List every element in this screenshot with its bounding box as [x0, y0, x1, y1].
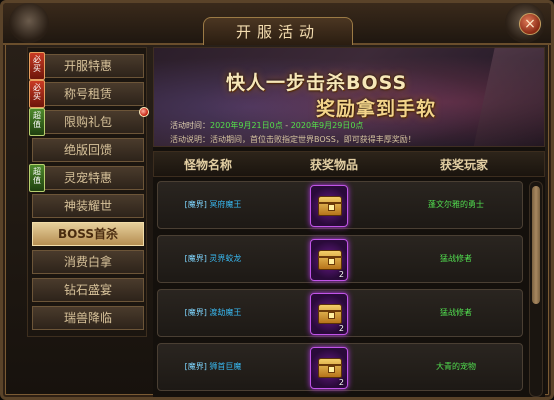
monster-name: [魔界] 渡劫魔王 — [158, 290, 268, 336]
treasure-chest-icon — [318, 304, 342, 324]
title-bar: 开服活动 × — [3, 3, 551, 45]
winner-player-name: 猛战修者 — [440, 308, 472, 317]
monster-tag: [魔界] — [184, 308, 207, 317]
monster-tag: [魔界] — [184, 254, 207, 263]
monster-label: 狮首巨魔 — [209, 362, 242, 371]
dragon-ornament-icon — [9, 3, 49, 43]
sidebar-item[interactable]: 称号租赁 必买 — [29, 80, 144, 108]
sidebar-item[interactable]: 绝版回馈 — [32, 138, 144, 162]
sidebar-badge: 必买 — [29, 80, 45, 108]
sidebar-item-label: BOSS首杀 — [57, 227, 119, 241]
sidebar-item[interactable]: 瑞兽降临 — [32, 306, 144, 330]
header-monster: 怪物名称 — [183, 158, 232, 172]
winner-player-name: 大青的宠物 — [436, 362, 476, 371]
header-player: 获奖玩家 — [439, 158, 488, 172]
sidebar: 开服特惠 必买 称号租赁 必买 限购礼包 超值 绝版回馈 灵宠特惠 超值 神装耀世 BOSS首杀 消费… — [27, 47, 149, 337]
monster-name: [魔界] 狮首巨魔 — [158, 344, 268, 390]
sidebar-item[interactable]: 消费白拿 — [32, 250, 144, 274]
sidebar-item-label: 瑞兽降临 — [63, 311, 112, 325]
treasure-chest-icon — [318, 358, 342, 378]
sidebar-item[interactable]: 限购礼包 超值 — [29, 107, 149, 136]
treasure-chest-icon — [318, 196, 342, 216]
sidebar-item[interactable]: 神装耀世 — [32, 194, 144, 218]
reward-item-slot[interactable] — [310, 185, 348, 227]
event-time: 活动时间：2020年9月21日0点 - 2020年9月29日0点 — [170, 120, 363, 131]
notification-dot-icon — [139, 107, 149, 117]
header-reward: 获奖物品 — [309, 158, 358, 172]
winner-player-name: 猛战修者 — [440, 254, 472, 263]
scrollbar-thumb[interactable] — [532, 186, 540, 304]
monster-label: 渡劫魔王 — [209, 308, 242, 317]
reward-item-slot[interactable]: 2 — [310, 293, 348, 335]
banner-title-line2: 奖励拿到手软 — [316, 98, 437, 120]
close-icon[interactable]: × — [519, 13, 541, 35]
activity-window: 开服活动 × 开服特惠 必买 称号租赁 必买 限购礼包 超值 绝版回馈 灵宠特惠 超值 神装耀世 B… — [0, 0, 554, 400]
reward-item-slot[interactable]: 2 — [310, 347, 348, 389]
event-time-start: 2020年9月21日0点 — [210, 121, 283, 130]
winner-player-name: 蓬文尔雅的勇士 — [428, 200, 484, 209]
event-time-sep: - — [282, 121, 291, 130]
sidebar-item[interactable]: BOSS首杀 — [32, 222, 144, 246]
event-time-end: 2020年9月29日0点 — [290, 121, 364, 130]
event-description: 活动说明：活动期间，首位击败指定世界BOSS，即可获得丰厚奖励！ — [170, 135, 416, 144]
monster-tag: [魔界] — [184, 362, 207, 371]
sidebar-item-label: 开服特惠 — [63, 59, 112, 73]
table-row: [魔界] 灵界蛟龙 2 猛战修者 — [157, 235, 523, 283]
event-banner: 快人一步击杀BOSS 奖励拿到手软 活动时间：2020年9月21日0点 - 20… — [153, 47, 545, 147]
sidebar-item[interactable]: 开服特惠 必买 — [29, 52, 144, 80]
sidebar-item-label: 限购礼包 — [63, 115, 112, 129]
sidebar-item-label: 消费白拿 — [63, 255, 112, 269]
sidebar-badge: 超值 — [29, 164, 45, 192]
scrollbar[interactable] — [529, 181, 543, 397]
window-title: 开服活动 — [203, 17, 353, 45]
table-row: [魔界] 渡劫魔王 2 猛战修者 — [157, 289, 523, 337]
monster-label: 冥府魔王 — [209, 200, 242, 209]
sidebar-item[interactable]: 钻石盛宴 — [32, 278, 144, 302]
sidebar-item-label: 灵宠特惠 — [63, 171, 112, 185]
sidebar-badge: 超值 — [29, 108, 45, 136]
reward-quantity: 2 — [338, 324, 344, 333]
sidebar-item-label: 神装耀世 — [63, 199, 112, 213]
reward-quantity: 2 — [338, 378, 344, 387]
sidebar-badge: 必买 — [29, 52, 45, 80]
reward-quantity: 2 — [338, 270, 344, 279]
banner-wing-art — [473, 48, 544, 146]
sidebar-item[interactable]: 灵宠特惠 超值 — [29, 164, 144, 192]
monster-tag: [魔界] — [184, 200, 207, 209]
sidebar-item-label: 绝版回馈 — [63, 143, 112, 157]
reward-item-slot[interactable]: 2 — [310, 239, 348, 281]
treasure-chest-icon — [318, 250, 342, 270]
main-panel: 快人一步击杀BOSS 奖励拿到手软 活动时间：2020年9月21日0点 - 20… — [153, 47, 545, 397]
table-row: [魔界] 冥府魔王 蓬文尔雅的勇士 — [157, 181, 523, 229]
monster-name: [魔界] 灵界蛟龙 — [158, 236, 268, 282]
banner-title-line1: 快人一步击杀BOSS — [226, 72, 408, 94]
table-header: 怪物名称 获奖物品 获奖玩家 — [153, 151, 545, 177]
table-row: [魔界] 狮首巨魔 2 大青的宠物 — [157, 343, 523, 391]
monster-name: [魔界] 冥府魔王 — [158, 182, 268, 228]
sidebar-item-label: 称号租赁 — [63, 87, 112, 101]
event-time-label: 活动时间： — [170, 121, 210, 130]
sidebar-item-label: 钻石盛宴 — [63, 283, 112, 297]
monster-label: 灵界蛟龙 — [209, 254, 242, 263]
